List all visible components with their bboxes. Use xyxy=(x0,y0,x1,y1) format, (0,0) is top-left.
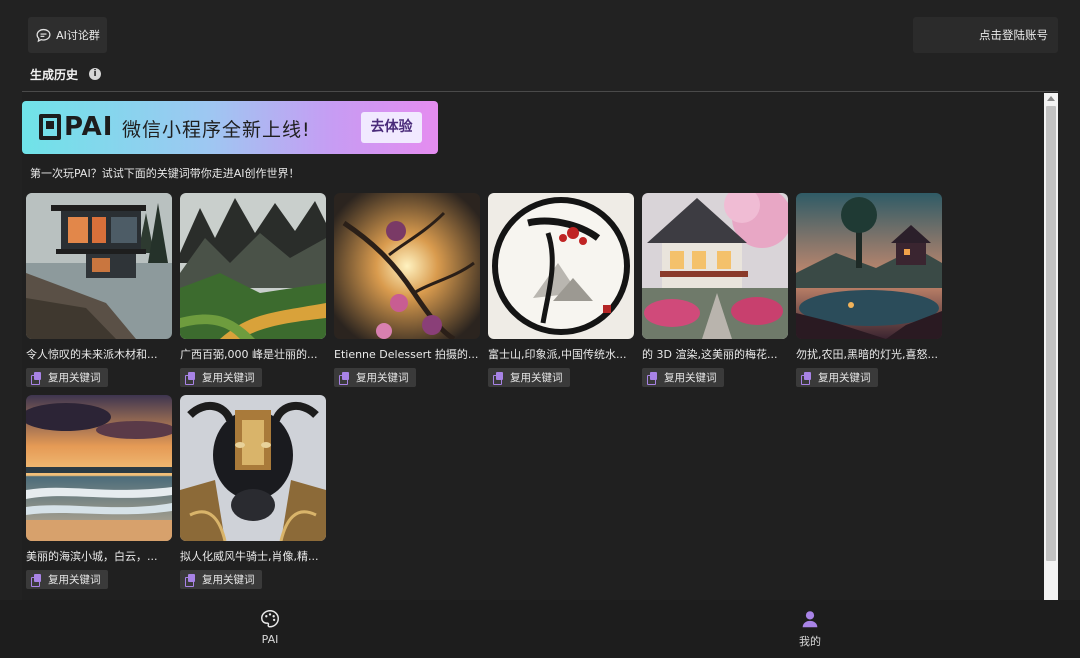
copy-icon xyxy=(31,371,43,385)
chat-bubble-icon xyxy=(36,28,51,42)
reuse-keywords-button[interactable]: 复用关键词 xyxy=(180,570,262,589)
reuse-keywords-button[interactable]: 复用关键词 xyxy=(642,368,724,387)
gallery-image[interactable] xyxy=(26,193,172,339)
gallery-image[interactable] xyxy=(180,395,326,541)
reuse-keywords-button[interactable]: 复用关键词 xyxy=(180,368,262,387)
copy-icon xyxy=(647,371,659,385)
gallery-card: 令人惊叹的未来派木材和... 复用关键词 xyxy=(26,193,172,388)
reuse-keywords-button[interactable]: 复用关键词 xyxy=(796,368,878,387)
gallery-card: Etienne Delessert 拍摄的... 复用关键词 xyxy=(334,193,480,388)
gallery-card: 富士山,印象派,中国传统水... 复用关键词 xyxy=(488,193,634,388)
reuse-keywords-label: 复用关键词 xyxy=(202,372,255,384)
top-bar: AI讨论群 点击登陆账号 xyxy=(0,0,1080,60)
copy-icon xyxy=(185,371,197,385)
copy-icon xyxy=(185,573,197,587)
nav-item-label: 我的 xyxy=(799,635,821,648)
gallery-card: 广西百弼,000 峰是壮丽的... 复用关键词 xyxy=(180,193,326,388)
card-caption: Etienne Delessert 拍摄的... xyxy=(334,348,479,361)
copy-icon xyxy=(801,371,813,385)
reuse-keywords-label: 复用关键词 xyxy=(356,372,409,384)
reuse-keywords-label: 复用关键词 xyxy=(664,372,717,384)
history-content: PAI 微信小程序全新上线! 去体验 第一次玩PAI？试试下面的关键词带你走进A… xyxy=(22,91,1058,600)
card-caption: 广西百弼,000 峰是壮丽的... xyxy=(180,348,318,361)
login-button[interactable]: 点击登陆账号 xyxy=(913,17,1058,53)
gallery-image[interactable] xyxy=(488,193,634,339)
pai-logo-text: PAI xyxy=(64,112,114,142)
gallery-image[interactable] xyxy=(180,193,326,339)
gallery-card: 勿扰,农田,黑暗的灯光,喜怒... 复用关键词 xyxy=(796,193,942,388)
gallery-card: 的 3D 渲染,这美丽的梅花... 复用关键词 xyxy=(642,193,788,388)
pai-logo: PAI xyxy=(39,112,113,142)
reuse-keywords-button[interactable]: 复用关键词 xyxy=(334,368,416,387)
card-caption: 拟人化威风牛骑士,肖像,精... xyxy=(180,550,319,563)
gallery-image[interactable] xyxy=(26,395,172,541)
gallery-image[interactable] xyxy=(642,193,788,339)
card-caption: 富士山,印象派,中国传统水... xyxy=(488,348,627,361)
scrollbar[interactable] xyxy=(1044,93,1058,600)
gallery-card: 美丽的海滨小城，白云，... 复用关键词 xyxy=(26,395,172,590)
user-icon xyxy=(802,611,818,628)
palette-icon xyxy=(261,610,279,628)
pai-logo-mark xyxy=(39,114,61,140)
reuse-keywords-label: 复用关键词 xyxy=(202,574,255,586)
reuse-keywords-label: 复用关键词 xyxy=(510,372,563,384)
mini-program-banner[interactable]: PAI 微信小程序全新上线! 去体验 xyxy=(22,101,438,154)
reuse-keywords-label: 复用关键词 xyxy=(818,372,871,384)
gallery-image[interactable] xyxy=(334,193,480,339)
scroll-up-arrow-icon[interactable] xyxy=(1047,96,1055,101)
ai-discussion-group-button[interactable]: AI讨论群 xyxy=(28,17,107,53)
gallery-card: 拟人化威风牛骑士,肖像,精... 复用关键词 xyxy=(180,395,326,590)
banner-headline: 微信小程序全新上线! xyxy=(122,119,311,141)
try-now-button[interactable]: 去体验 xyxy=(361,112,422,143)
nav-item-label: PAI xyxy=(261,633,279,646)
reuse-keywords-button[interactable]: 复用关键词 xyxy=(26,368,108,387)
copy-icon xyxy=(31,573,43,587)
gallery-image[interactable] xyxy=(796,193,942,339)
nav-item-pai[interactable]: PAI xyxy=(240,608,300,646)
card-caption: 的 3D 渲染,这美丽的梅花... xyxy=(642,348,778,361)
bottom-navigation: PAI 我的 xyxy=(0,600,1080,658)
reuse-keywords-button[interactable]: 复用关键词 xyxy=(488,368,570,387)
card-caption: 美丽的海滨小城，白云，... xyxy=(26,550,158,563)
ai-discussion-group-label: AI讨论群 xyxy=(56,29,100,42)
generation-history-title: 生成历史 xyxy=(30,68,79,82)
card-caption: 令人惊叹的未来派木材和... xyxy=(26,348,158,361)
reuse-keywords-label: 复用关键词 xyxy=(48,372,101,384)
card-caption: 勿扰,农田,黑暗的灯光,喜怒... xyxy=(796,348,938,361)
info-icon[interactable]: i xyxy=(89,68,101,80)
intro-text: 第一次玩PAI？试试下面的关键词带你走进AI创作世界！ xyxy=(30,167,300,180)
reuse-keywords-button[interactable]: 复用关键词 xyxy=(26,570,108,589)
reuse-keywords-label: 复用关键词 xyxy=(48,574,101,586)
nav-item-mine[interactable]: 我的 xyxy=(780,608,840,649)
copy-icon xyxy=(339,371,351,385)
scrollbar-thumb[interactable] xyxy=(1046,106,1056,561)
copy-icon xyxy=(493,371,505,385)
